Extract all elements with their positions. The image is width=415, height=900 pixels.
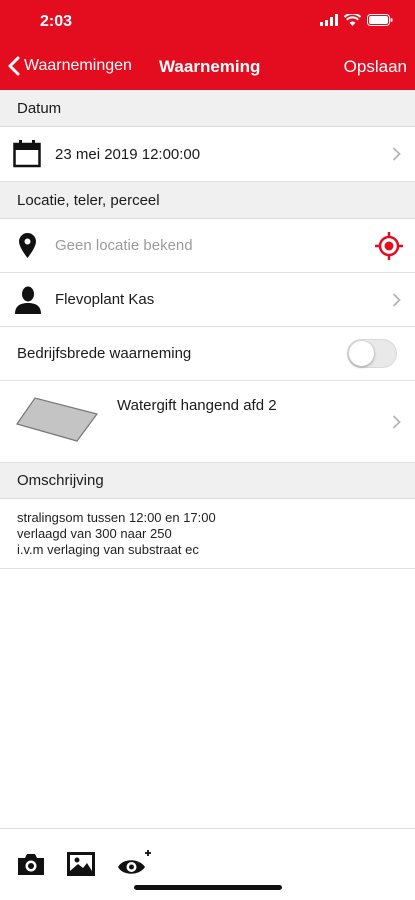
grower-value: Flevoplant Kas bbox=[55, 291, 155, 308]
section-title: Datum bbox=[17, 99, 62, 117]
chevron-left-icon bbox=[8, 56, 20, 76]
section-header-description: Omschrijving bbox=[0, 463, 415, 499]
toggle-knob bbox=[349, 341, 374, 366]
location-placeholder: Geen locatie bekend bbox=[55, 237, 193, 254]
section-header-datum: Datum bbox=[0, 90, 415, 127]
plot-row[interactable]: Watergift hangend afd 2 bbox=[0, 381, 415, 463]
grower-row[interactable]: Flevoplant Kas bbox=[0, 273, 415, 327]
status-time: 2:03 bbox=[40, 13, 73, 30]
status-icons bbox=[320, 14, 393, 26]
wifi-icon bbox=[344, 14, 361, 26]
divider bbox=[0, 568, 415, 569]
locate-target-icon[interactable] bbox=[374, 231, 404, 261]
location-row[interactable]: Geen locatie bekend bbox=[0, 219, 415, 273]
company-wide-row: Bedrijfsbrede waarneming bbox=[0, 327, 415, 381]
camera-icon[interactable] bbox=[16, 852, 46, 876]
company-wide-toggle[interactable] bbox=[347, 339, 397, 368]
map-pin-icon bbox=[19, 233, 36, 258]
chevron-right-icon bbox=[392, 414, 401, 429]
chevron-right-icon bbox=[392, 147, 401, 161]
section-title: Omschrijving bbox=[17, 472, 104, 489]
plot-shape-icon bbox=[16, 397, 99, 442]
home-indicator[interactable] bbox=[134, 885, 282, 890]
back-button[interactable]: Waarnemingen bbox=[8, 56, 132, 76]
description-line: i.v.m verlaging van substraat ec bbox=[17, 542, 199, 557]
description-text[interactable]: stralingsom tussen 12:00 en 17:00 verlaa… bbox=[17, 510, 216, 558]
app-header: 2:03 Waarnemingen Waarneming Opslaan bbox=[0, 0, 415, 90]
plot-label: Watergift hangend afd 2 bbox=[117, 397, 277, 414]
person-icon bbox=[15, 286, 41, 314]
battery-icon bbox=[367, 14, 393, 26]
eye-plus-icon[interactable] bbox=[117, 846, 153, 880]
description-line: stralingsom tussen 12:00 en 17:00 bbox=[17, 510, 216, 525]
section-header-location: Locatie, teler, perceel bbox=[0, 182, 415, 219]
signal-icon bbox=[320, 14, 338, 26]
save-button[interactable]: Opslaan bbox=[344, 57, 407, 77]
chevron-right-icon bbox=[392, 292, 401, 307]
calendar-icon bbox=[13, 140, 41, 168]
date-value: 23 mei 2019 12:00:00 bbox=[55, 145, 201, 163]
company-wide-label: Bedrijfsbrede waarneming bbox=[17, 345, 192, 362]
description-line: verlaagd van 300 naar 250 bbox=[17, 526, 172, 541]
date-row[interactable]: 23 mei 2019 12:00:00 bbox=[0, 127, 415, 182]
page-title: Waarneming bbox=[159, 57, 261, 76]
image-icon[interactable] bbox=[66, 851, 96, 877]
back-button-label: Waarnemingen bbox=[24, 57, 132, 74]
section-title: Locatie, teler, perceel bbox=[17, 191, 160, 209]
